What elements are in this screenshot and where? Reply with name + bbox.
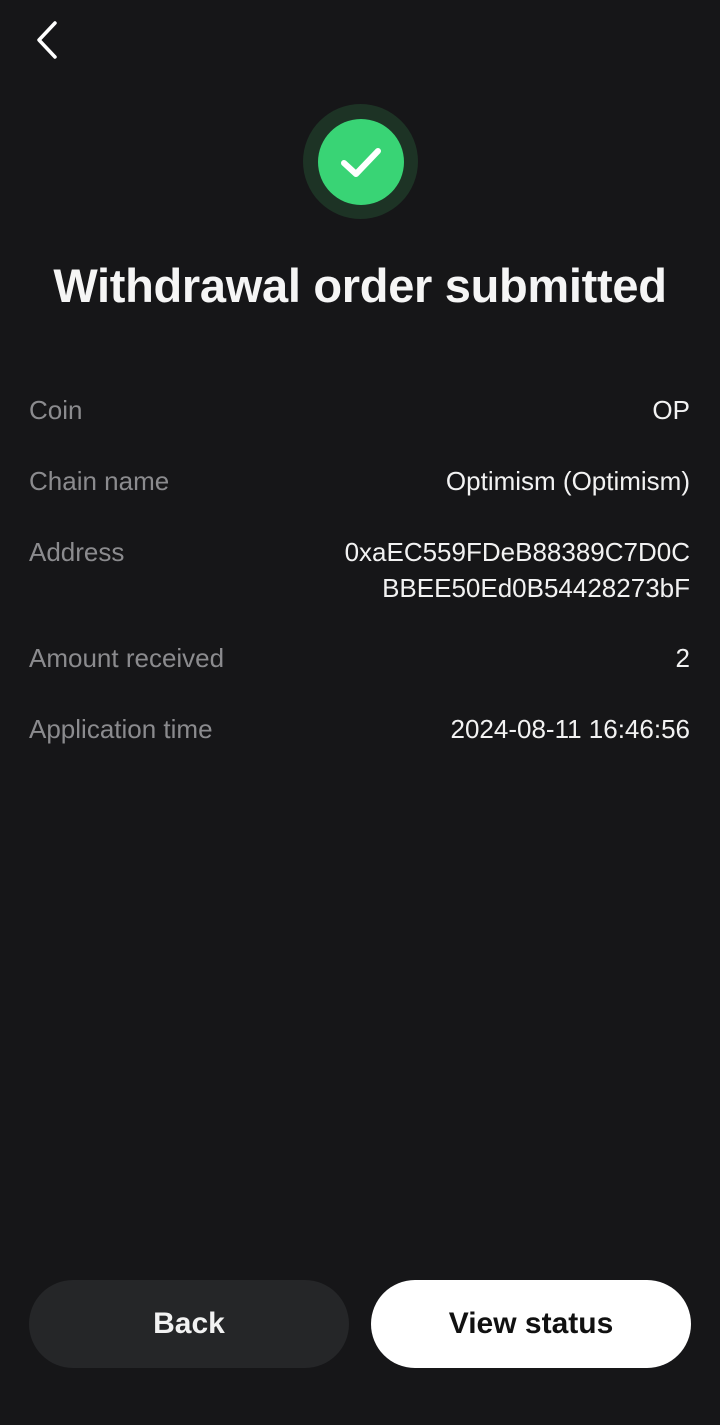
coin-value: OP — [652, 395, 690, 425]
checkmark-icon — [340, 147, 381, 177]
address-label: Address — [29, 537, 125, 567]
chevron-left-icon — [37, 21, 57, 59]
address-value: 0xaEC559FDeB88389C7D0C BBEE50Ed0B5442827… — [345, 534, 690, 606]
back-button[interactable]: Back — [29, 1280, 349, 1368]
page-title: Withdrawal order submitted — [53, 259, 667, 312]
address-line-2: BBEE50Ed0B54428273bF — [382, 573, 690, 603]
coin-label: Coin — [29, 395, 83, 425]
amount-label: Amount received — [29, 643, 225, 673]
withdrawal-details: Coin OP Chain name Optimism (Optimism) A… — [29, 392, 690, 782]
detail-row-amount: Amount received 2 — [29, 640, 690, 711]
amount-value: 2 — [675, 643, 690, 673]
success-icon-halo — [303, 104, 418, 219]
view-status-button[interactable]: View status — [371, 1280, 691, 1368]
check-circle-icon — [317, 118, 404, 205]
detail-row-address: Address 0xaEC559FDeB88389C7D0C BBEE50Ed0… — [29, 534, 690, 640]
application-time-label: Application time — [29, 714, 213, 744]
chain-value: Optimism (Optimism) — [445, 466, 690, 496]
address-line-1: 0xaEC559FDeB88389C7D0C — [344, 537, 690, 567]
back-chevron-icon[interactable] — [26, 18, 70, 62]
withdrawal-result-page: Withdrawal order submitted Coin OP Chain… — [0, 0, 720, 1425]
detail-row-coin: Coin OP — [29, 392, 690, 463]
detail-row-chain: Chain name Optimism (Optimism) — [29, 463, 690, 534]
chain-label: Chain name — [29, 466, 170, 496]
application-time-value: 2024-08-11 16:46:56 — [450, 714, 691, 744]
detail-row-application-time: Application time 2024-08-11 16:46:56 — [29, 711, 690, 782]
